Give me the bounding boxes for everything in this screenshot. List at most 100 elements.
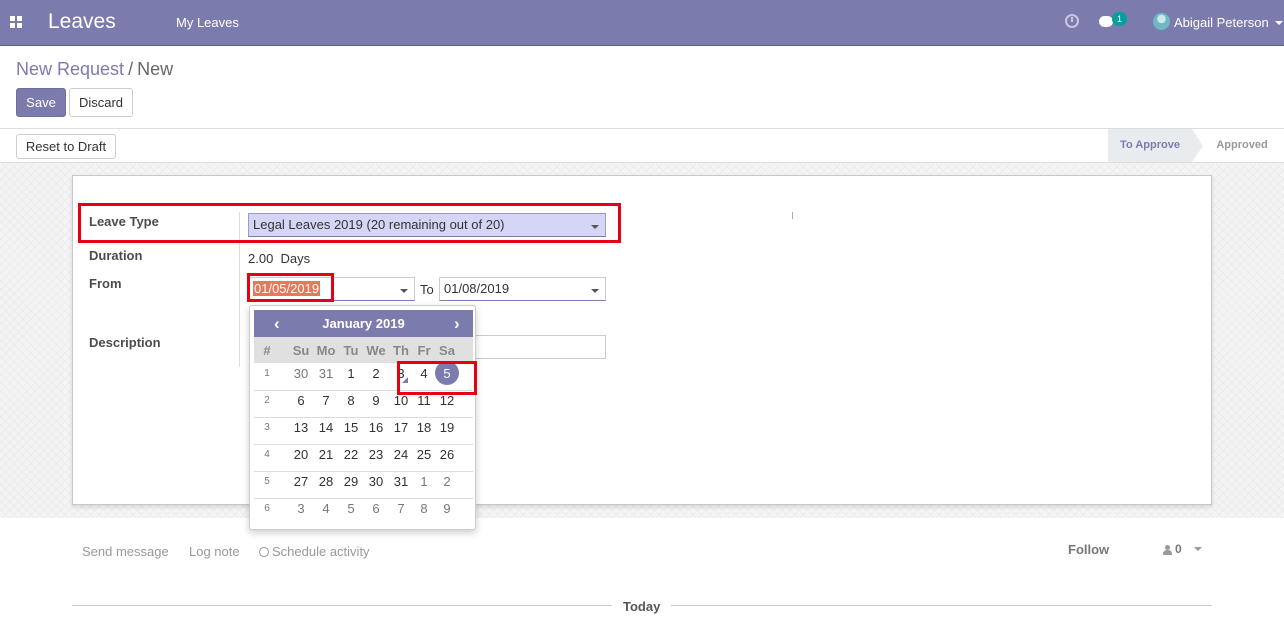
calendar-day[interactable]: 28 (314, 474, 338, 489)
calendar-day[interactable]: 26 (435, 447, 459, 462)
chevron-down-icon (400, 289, 408, 293)
calendar-day[interactable]: 15 (339, 420, 363, 435)
breadcrumb-separator: / (128, 59, 134, 79)
week-number: 6 (264, 503, 270, 514)
calendar-day[interactable]: 3 (289, 501, 313, 516)
app-name: Leaves (48, 10, 116, 33)
calendar-day[interactable]: 31 (389, 474, 413, 489)
calendar-day[interactable]: 17 (389, 420, 413, 435)
to-date-value: 01/08/2019 (444, 281, 510, 296)
highlight-selected-days (397, 361, 477, 395)
week-number: 3 (264, 422, 270, 433)
week-number: 2 (264, 395, 270, 406)
breadcrumb-current: New (137, 59, 174, 79)
weekday-tu: Tu (343, 343, 359, 358)
calendar-day[interactable]: 6 (289, 393, 313, 408)
chat-icon[interactable] (1099, 16, 1113, 27)
duration-number: 2.00 (248, 251, 274, 266)
calendar-day[interactable]: 24 (389, 447, 413, 462)
weekday-sa: Sa (439, 343, 455, 358)
description-input[interactable] (468, 335, 606, 359)
week-number: 4 (264, 449, 270, 460)
today-label: Today (612, 599, 672, 614)
reset-to-draft-button[interactable]: Reset to Draft (16, 134, 116, 159)
calendar-day[interactable]: 16 (364, 420, 388, 435)
follow-button[interactable]: Follow (1068, 542, 1109, 557)
week-row-divider (254, 417, 473, 418)
discard-button[interactable]: Discard (69, 88, 133, 117)
week-row-divider (254, 471, 473, 472)
calendar-day[interactable]: 21 (314, 447, 338, 462)
calendar-day[interactable]: 8 (412, 501, 436, 516)
calendar-day[interactable]: 2 (364, 366, 388, 381)
week-row-divider (254, 498, 473, 499)
calendar-day[interactable]: 6 (364, 501, 388, 516)
calendar-day[interactable]: 11 (412, 393, 436, 408)
user-menu-caret-icon[interactable] (1275, 21, 1283, 25)
user-avatar[interactable] (1153, 13, 1170, 30)
send-message-link[interactable]: Send message (82, 544, 169, 559)
status-approved[interactable]: Approved (1200, 129, 1284, 162)
calendar-day[interactable]: 12 (435, 393, 459, 408)
chevron-down-icon (591, 289, 599, 293)
to-date-input[interactable]: 01/08/2019 (439, 277, 606, 301)
calendar-day[interactable]: 14 (314, 420, 338, 435)
breadcrumb-parent[interactable]: New Request (16, 59, 124, 79)
calendar-day[interactable]: 29 (339, 474, 363, 489)
calendar-day[interactable]: 8 (339, 393, 363, 408)
calendar-day[interactable]: 10 (389, 393, 413, 408)
calendar-day[interactable]: 2 (435, 474, 459, 489)
top-navbar: Leaves My Leaves 1 Abigail Peterson (0, 0, 1284, 46)
calendar-day[interactable]: 7 (389, 501, 413, 516)
week-number: 5 (264, 476, 270, 487)
weekday-we: We (366, 343, 386, 358)
weekday-fr: Fr (417, 343, 431, 358)
calendar-day[interactable]: 5 (339, 501, 363, 516)
calendar-day[interactable]: 25 (412, 447, 436, 462)
user-menu[interactable]: Abigail Peterson (1174, 15, 1269, 30)
duration-label: Duration (89, 248, 143, 263)
calendar-day[interactable]: 1 (412, 474, 436, 489)
description-label: Description (89, 335, 161, 350)
calendar-day[interactable]: 20 (289, 447, 313, 462)
calendar-day[interactable]: 30 (289, 366, 313, 381)
highlight-leave-type (78, 203, 621, 243)
calendar-day[interactable]: 23 (364, 447, 388, 462)
save-button[interactable]: Save (16, 88, 66, 117)
week-number: 1 (264, 368, 270, 379)
calendar-day[interactable]: 13 (289, 420, 313, 435)
chat-count-badge: 1 (1112, 12, 1127, 26)
form-statusbar: Reset to Draft To Approve Approved (0, 128, 1284, 163)
weekday-su: Su (292, 343, 310, 358)
chevron-right-icon[interactable]: › (454, 314, 460, 334)
calendar-day[interactable]: 1 (339, 366, 363, 381)
followers-caret-icon[interactable] (1194, 547, 1202, 551)
highlight-from-date (247, 273, 334, 302)
activity-clock-icon[interactable] (1065, 14, 1079, 28)
week-row-divider (254, 444, 473, 445)
breadcrumb: New Request / New (16, 59, 173, 80)
apps-menu-icon[interactable] (10, 16, 24, 30)
week-number-header: # (263, 343, 271, 358)
calendar-day[interactable]: 31 (314, 366, 338, 381)
clock-icon (259, 547, 269, 557)
weekday-th: Th (393, 343, 409, 358)
calendar-day[interactable]: 19 (435, 420, 459, 435)
followers-count[interactable]: 0 (1175, 542, 1182, 556)
calendar-day[interactable]: 22 (339, 447, 363, 462)
followers-user-icon[interactable] (1163, 545, 1172, 555)
calendar-day[interactable]: 30 (364, 474, 388, 489)
calendar-day[interactable]: 18 (412, 420, 436, 435)
calendar-day[interactable]: 9 (364, 393, 388, 408)
calendar-day[interactable]: 7 (314, 393, 338, 408)
calendar-day[interactable]: 4 (314, 501, 338, 516)
status-to-approve[interactable]: To Approve (1108, 129, 1203, 162)
schedule-activity-link[interactable]: Schedule activity (259, 544, 370, 559)
datepicker-month[interactable]: January 2019 (254, 316, 473, 331)
log-note-link[interactable]: Log note (189, 544, 240, 559)
calendar-day[interactable]: 9 (435, 501, 459, 516)
calendar-day[interactable]: 27 (289, 474, 313, 489)
menu-my-leaves[interactable]: My Leaves (176, 15, 239, 30)
duration-value: 2.00 Days (248, 251, 310, 266)
datepicker-header: ‹ January 2019 › (254, 310, 473, 337)
